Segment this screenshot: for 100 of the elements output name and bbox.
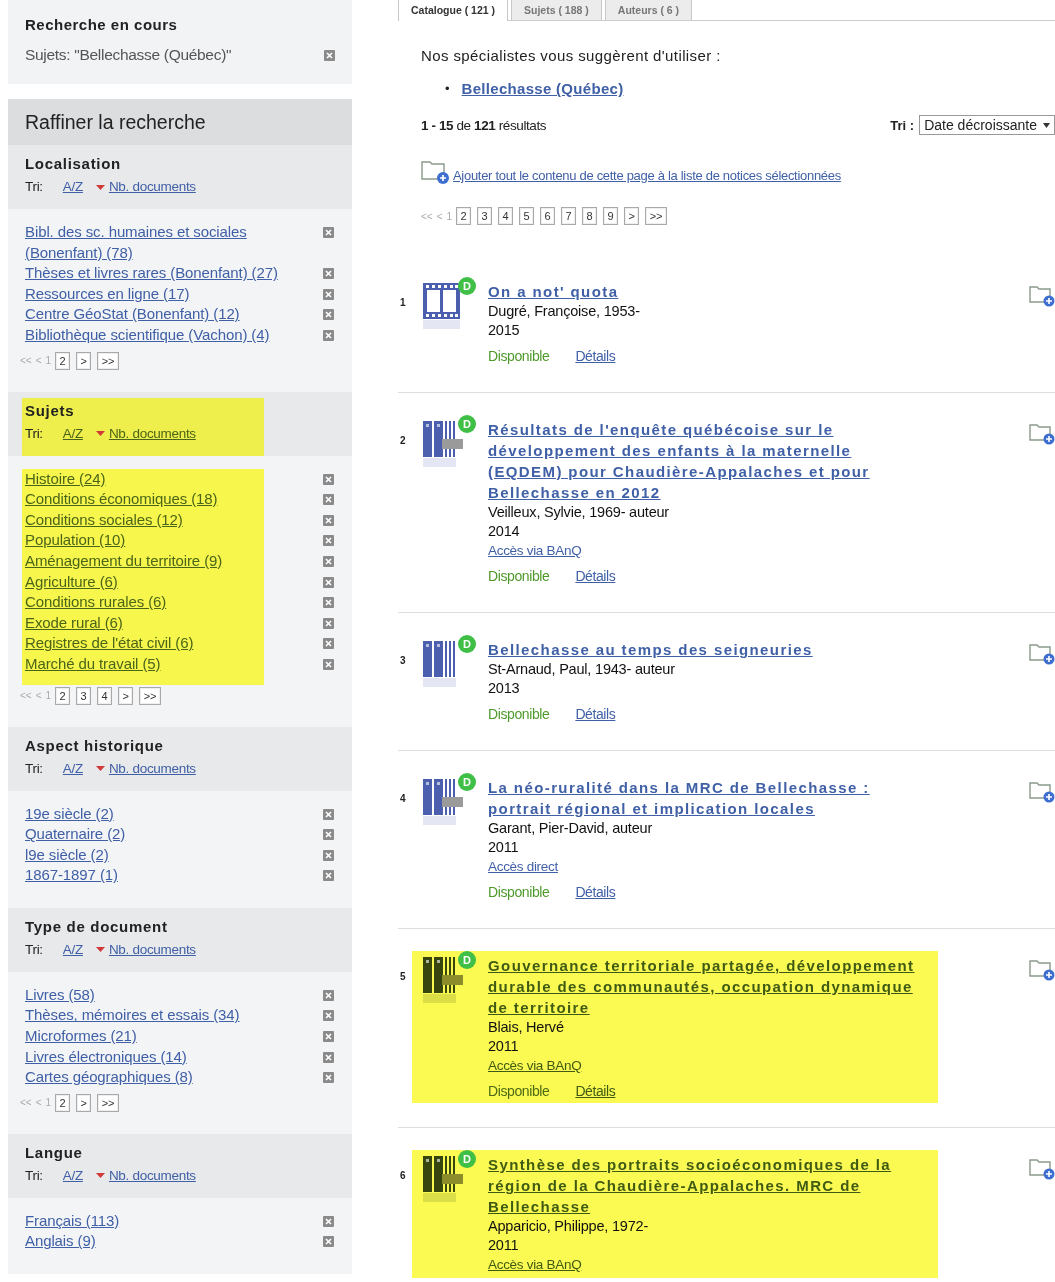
access-link[interactable]: Accès via BAnQ: [488, 541, 582, 560]
page-button[interactable]: 7: [561, 207, 577, 225]
add-to-folder-icon[interactable]: [1029, 957, 1055, 981]
page-button[interactable]: 2: [55, 351, 71, 370]
last-page-button[interactable]: >>: [97, 1093, 120, 1112]
result-title-link[interactable]: Résultats de l'enquête québécoise sur le développement des enfants à la maternelle (EQDEM) pour Chaudière-Appalaches et pour Bellechasse en 2012: [488, 419, 928, 503]
add-all-link[interactable]: Ajouter tout le contenu de cette page à la liste de notices sélectionnées: [453, 168, 841, 183]
details-link[interactable]: Détails: [575, 706, 616, 722]
remove-icon[interactable]: [323, 658, 334, 670]
add-to-folder-icon[interactable]: [1029, 1156, 1055, 1180]
facet-item-link[interactable]: Anglais (9): [25, 1231, 96, 1253]
page-button[interactable]: 8: [582, 207, 598, 225]
remove-icon[interactable]: [323, 1010, 334, 1022]
sort-option-link[interactable]: A/Z: [62, 425, 83, 441]
result-title-link[interactable]: Bellechasse au temps des seigneuries: [488, 639, 928, 660]
page-button[interactable]: 2: [456, 207, 472, 225]
page-button[interactable]: 3: [477, 207, 493, 225]
facet-item-link[interactable]: 1867-1897 (1): [25, 865, 118, 886]
details-link[interactable]: Détails: [575, 884, 616, 900]
remove-icon[interactable]: [323, 268, 334, 280]
add-to-folder-icon[interactable]: [421, 159, 451, 185]
remove-icon[interactable]: [323, 309, 334, 321]
page-button[interactable]: 4: [97, 686, 113, 705]
sort-option-link[interactable]: Nb. documents: [108, 760, 196, 776]
remove-icon[interactable]: [323, 555, 334, 567]
remove-icon[interactable]: [323, 329, 334, 341]
remove-icon[interactable]: [323, 494, 334, 506]
facet-item-link[interactable]: Histoire (24): [25, 468, 106, 490]
last-page-button[interactable]: >>: [139, 686, 162, 705]
last-page-button[interactable]: >>: [97, 351, 120, 370]
facet-item-link[interactable]: Agriculture (6): [25, 571, 118, 593]
remove-icon[interactable]: [323, 227, 334, 238]
details-link[interactable]: Détails: [575, 1083, 616, 1099]
remove-icon[interactable]: [323, 849, 334, 861]
add-to-folder-icon[interactable]: [1029, 283, 1055, 307]
sort-option-link[interactable]: A/Z: [62, 941, 83, 957]
remove-icon[interactable]: [323, 288, 334, 300]
sort-option-link[interactable]: Nb. documents: [108, 1167, 196, 1183]
remove-icon[interactable]: [323, 808, 334, 820]
page-button[interactable]: 4: [498, 207, 514, 225]
next-page-button[interactable]: >: [624, 207, 640, 225]
add-to-folder-icon[interactable]: [1029, 641, 1055, 665]
result-title-link[interactable]: Gouvernance territoriale partagée, développement durable des communautés, occupation dynamique de territoire: [488, 955, 928, 1018]
facet-item-link[interactable]: Marché du travail (5): [25, 653, 161, 675]
page-button[interactable]: 3: [76, 686, 92, 705]
facet-item-link[interactable]: Livres électroniques (14): [25, 1046, 187, 1068]
next-page-button[interactable]: >: [118, 686, 134, 705]
facet-item-link[interactable]: Exode rural (6): [25, 612, 123, 634]
remove-icon[interactable]: [323, 989, 334, 1001]
facet-item-link[interactable]: 19e siècle (2): [25, 803, 114, 825]
sort-option-link[interactable]: Nb. documents: [108, 425, 196, 441]
remove-icon[interactable]: [323, 597, 334, 609]
facet-item-link[interactable]: l9e siècle (2): [25, 844, 109, 866]
page-button[interactable]: 5: [519, 207, 535, 225]
remove-icon[interactable]: [323, 617, 334, 629]
remove-icon[interactable]: [323, 514, 334, 526]
remove-icon[interactable]: [323, 1236, 334, 1248]
details-link[interactable]: Détails: [575, 568, 616, 584]
facet-item-link[interactable]: Thèses et livres rares (Bonenfant) (27): [25, 263, 278, 284]
access-link[interactable]: Accès direct: [488, 857, 558, 876]
sort-option-link[interactable]: Nb. documents: [108, 941, 196, 957]
remove-icon[interactable]: [323, 1215, 334, 1227]
access-link[interactable]: Accès via BAnQ: [488, 1255, 582, 1274]
facet-item-link[interactable]: Bibl. des sc. humaines et sociales (Bonenfant) (78): [25, 222, 287, 264]
remove-icon[interactable]: [323, 473, 334, 485]
remove-icon[interactable]: [323, 535, 334, 547]
add-to-folder-icon[interactable]: [1029, 779, 1055, 803]
remove-icon[interactable]: [323, 1051, 334, 1063]
facet-item-link[interactable]: Ressources en ligne (17): [25, 283, 190, 305]
tab[interactable]: Sujets ( 188 ): [511, 0, 602, 20]
sort-option-link[interactable]: A/Z: [62, 760, 83, 776]
facet-item-link[interactable]: Livres (58): [25, 984, 95, 1006]
sort-option-link[interactable]: Nb. documents: [108, 179, 196, 194]
remove-icon[interactable]: [324, 49, 335, 61]
page-button[interactable]: 2: [55, 1093, 71, 1112]
sort-option-link[interactable]: A/Z: [62, 179, 83, 194]
facet-item-link[interactable]: Thèses, mémoires et essais (34): [25, 1005, 240, 1027]
access-link[interactable]: Accès via BAnQ: [488, 1056, 582, 1075]
remove-icon[interactable]: [323, 1031, 334, 1043]
page-button[interactable]: 9: [603, 207, 619, 225]
facet-item-link[interactable]: Aménagement du territoire (9): [25, 550, 223, 572]
details-link[interactable]: Détails: [575, 348, 616, 364]
facet-item-link[interactable]: Conditions économiques (18): [25, 489, 218, 510]
add-to-folder-icon[interactable]: [1029, 421, 1055, 445]
result-title-link[interactable]: On a not' quota: [488, 281, 928, 302]
remove-icon[interactable]: [323, 870, 334, 882]
facet-item-link[interactable]: Population (10): [25, 530, 126, 551]
remove-icon[interactable]: [323, 638, 334, 650]
next-page-button[interactable]: >: [76, 351, 92, 370]
facet-item-link[interactable]: Conditions rurales (6): [25, 592, 167, 613]
sort-dropdown[interactable]: Date décroissante: [919, 115, 1055, 135]
facet-item-link[interactable]: Conditions sociales (12): [25, 509, 183, 531]
facet-item-link[interactable]: Registres de l'état civil (6): [25, 633, 194, 654]
remove-icon[interactable]: [323, 1072, 334, 1084]
page-button[interactable]: 2: [55, 686, 71, 705]
suggested-subject-link[interactable]: Bellechasse (Québec): [461, 80, 624, 97]
tab[interactable]: Auteurs ( 6 ): [604, 0, 693, 20]
next-page-button[interactable]: >: [76, 1093, 92, 1112]
last-page-button[interactable]: >>: [645, 207, 668, 225]
tab[interactable]: Catalogue ( 121 ): [398, 0, 509, 21]
